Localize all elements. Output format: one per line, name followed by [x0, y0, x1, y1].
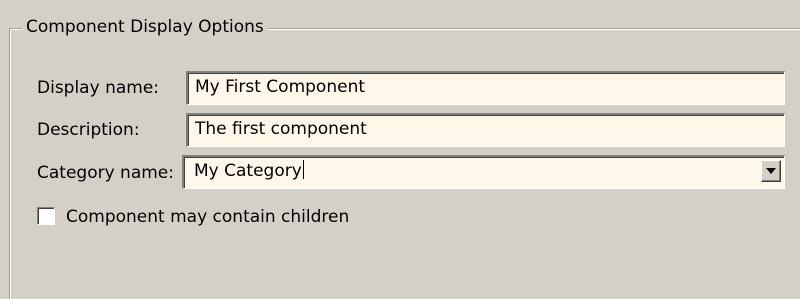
category-name-value: My Category	[194, 161, 302, 181]
may-contain-children-checkbox[interactable]	[37, 207, 55, 225]
display-name-value: My First Component	[195, 77, 366, 97]
display-name-label: Display name:	[37, 78, 160, 98]
description-value: The first component	[195, 119, 367, 139]
description-field[interactable]: The first component	[186, 113, 785, 147]
may-contain-children-label[interactable]: Component may contain children	[66, 205, 349, 229]
category-name-label: Category name:	[37, 163, 174, 183]
category-name-combobox[interactable]: My Category	[182, 155, 785, 189]
display-name-field[interactable]: My First Component	[186, 71, 785, 105]
group-title: Component Display Options	[22, 15, 268, 39]
category-dropdown-button[interactable]	[761, 160, 781, 182]
chevron-down-icon	[766, 168, 776, 174]
description-label: Description:	[37, 120, 140, 140]
text-caret	[302, 160, 304, 179]
